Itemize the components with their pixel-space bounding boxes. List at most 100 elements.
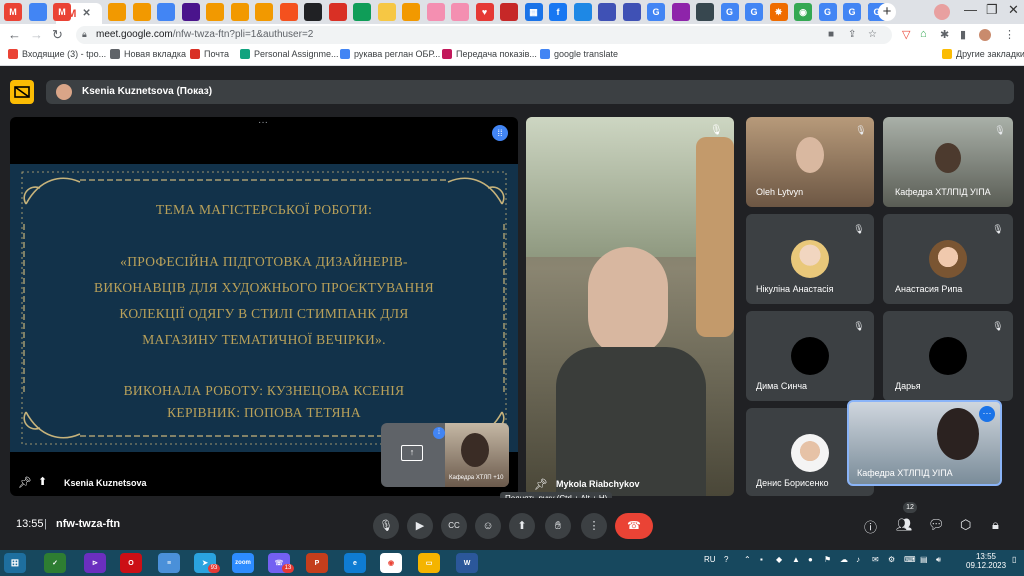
tab-close-icon[interactable]: ✕ [82, 8, 90, 19]
network-icon[interactable]: ▤ [920, 555, 928, 564]
tab-classroom-icon[interactable]: ▦ [524, 3, 543, 21]
chat-icon[interactable]: 💬︎ [928, 517, 945, 533]
participant-tile[interactable]: 🎙︎ Дима Синча [746, 311, 874, 401]
extension-green-icon[interactable]: ⌂ [920, 28, 927, 40]
speaker-pin-icon[interactable]: 📌︎ [534, 478, 548, 491]
address-bar[interactable]: 🔒︎ meet.google.com/nfw-twza-ftn?pli=1&au… [76, 26, 892, 44]
tab-gmail-icon[interactable]: M [53, 3, 71, 21]
camera-button[interactable]: ▶︎ [407, 513, 433, 539]
new-tab-button[interactable]: + [878, 3, 896, 21]
leave-call-button[interactable]: ☎︎ [615, 513, 653, 539]
tab-heart-icon[interactable]: ♥ [475, 3, 494, 21]
tab-dark-circle-icon[interactable] [304, 3, 322, 21]
taskbar-visual-studio-icon[interactable]: ⊳ [84, 553, 106, 573]
tab-google-icon[interactable]: G [720, 3, 739, 21]
tab-maps-icon[interactable]: ◉ [794, 3, 812, 21]
speaker-tile[interactable]: 🎙︎ 📌︎ Mykola Riabchykov [526, 117, 734, 496]
taskbar-edge-icon[interactable]: e [344, 553, 366, 573]
side-panel-icon[interactable]: ▮ [960, 28, 966, 41]
tab-google-icon[interactable]: G [647, 3, 665, 21]
tab-custom-app-icon[interactable] [255, 3, 273, 21]
tab-pink-icon[interactable] [426, 3, 445, 21]
tab-bank-icon[interactable] [696, 3, 714, 21]
tab-gmail-icon[interactable]: M [4, 3, 22, 21]
taskbar-chrome-icon[interactable]: ◉ [380, 553, 402, 573]
tray-app-icon[interactable]: ◆ [776, 555, 782, 564]
participant-tile[interactable]: 🎙︎ Дарья [883, 311, 1013, 401]
bookmark-item[interactable]: Новая вкладка [110, 49, 186, 59]
more-options-icon[interactable]: ··· [979, 406, 995, 422]
host-controls-icon[interactable]: 🔒︎ [992, 517, 999, 533]
tab-diamond-icon[interactable] [573, 3, 592, 21]
language-indicator[interactable]: RU [704, 555, 716, 564]
raise-hand-button[interactable]: ✋︎ [545, 513, 571, 539]
camera-icon[interactable]: ■ [828, 29, 834, 40]
participant-tile-self[interactable]: ··· Кафедра ХТЛПІД УІПА [847, 400, 1002, 486]
microphone-button[interactable]: 🎙︎ [373, 513, 399, 539]
help-icon[interactable]: ? [724, 555, 728, 564]
taskbar-word-icon[interactable]: W [456, 553, 478, 573]
taskbar-explorer-icon[interactable]: ▭ [418, 553, 440, 573]
activities-icon[interactable]: ⬡ [960, 517, 971, 533]
bookmark-item[interactable]: Входящие (3) - tpo... [8, 49, 106, 59]
tray-expand-icon[interactable]: ⌃ [744, 555, 751, 564]
chrome-menu-icon[interactable]: ⋮ [1004, 28, 1015, 41]
tray-app-icon[interactable]: ⌨︎ [904, 555, 916, 564]
tab-custom-app-icon[interactable] [206, 3, 224, 21]
pin-icon[interactable]: 📌︎ [18, 476, 32, 489]
back-icon[interactable]: ← [8, 27, 21, 42]
tab-paw-icon[interactable]: ✸ [769, 3, 788, 21]
participant-tile[interactable]: 🎙︎ Анастасия Рипа [883, 214, 1013, 304]
tab-theater-icon[interactable] [181, 3, 200, 21]
present-screen-button[interactable]: ⬆︎ [509, 513, 535, 539]
lock-icon[interactable]: 🔒︎ [82, 29, 87, 40]
profile-menu-icon[interactable] [934, 4, 950, 20]
tab-fire-icon[interactable] [279, 3, 298, 21]
tab-custom-app-icon[interactable] [402, 3, 420, 21]
reload-icon[interactable]: ↻ [52, 27, 63, 43]
tray-app-icon[interactable]: ☁︎ [840, 555, 848, 564]
tab-plus-red-icon[interactable] [328, 3, 347, 21]
start-icon[interactable]: ⊞ [4, 553, 26, 573]
tray-app-icon[interactable]: ✉︎ [872, 555, 879, 564]
tray-app-icon[interactable]: ⚑ [824, 555, 831, 564]
tray-app-icon[interactable]: ♪ [856, 555, 860, 564]
tab-cloud-icon[interactable] [377, 3, 396, 21]
bookmark-item[interactable]: Почта [190, 49, 229, 59]
tray-app-icon[interactable]: ▪ [760, 555, 763, 564]
volume-icon[interactable]: 🔊︎ [936, 555, 941, 565]
bookmark-item[interactable]: рукава реглан ОБР... [340, 49, 440, 59]
tray-app-icon[interactable]: ● [808, 555, 813, 564]
present-to-all-icon[interactable] [10, 80, 34, 104]
tab-custom-app-icon[interactable] [108, 3, 126, 21]
more-options-button[interactable]: ⋮ [581, 513, 607, 539]
tab-facebook-icon[interactable]: f [549, 3, 567, 21]
meeting-details-icon[interactable]: ⓘ [864, 517, 877, 536]
tab-google-sites-icon[interactable] [157, 3, 175, 21]
maximize-icon[interactable]: ❐ [986, 2, 998, 18]
tab-google-icon[interactable]: G [818, 3, 837, 21]
bookmark-item[interactable]: google translate [540, 49, 618, 59]
tab-red-dot-icon[interactable] [500, 3, 518, 21]
tab-drive-icon[interactable] [622, 3, 641, 21]
bookmark-item[interactable]: Personal Assignme... [240, 49, 339, 59]
tab-google-sites-icon[interactable] [28, 3, 47, 21]
participant-tile[interactable]: 🎙︎ Нікуліна Анастасія [746, 214, 874, 304]
bookmark-item[interactable]: Передача показів... [442, 49, 537, 59]
presenter-banner[interactable]: Ksenia Kuznetsova (Показ) [46, 80, 1014, 104]
tab-google-icon[interactable]: G [843, 3, 861, 21]
people-icon[interactable]: 👥︎ [896, 517, 913, 533]
taskbar-powerpoint-icon[interactable]: P [306, 553, 328, 573]
taskbar-zoom-icon[interactable]: zoom [232, 553, 254, 573]
tile-drag-handle-icon[interactable]: ··· [258, 117, 268, 128]
clock[interactable]: 13:55 09.12.2023 [966, 552, 1006, 570]
taskbar-notes-icon[interactable]: ≡ [158, 553, 180, 573]
tab-mix-icon[interactable] [671, 3, 690, 21]
tab-custom-app-icon[interactable] [132, 3, 151, 21]
close-window-icon[interactable]: ✕ [1008, 2, 1019, 18]
extension-translate-icon[interactable]: ▽ [902, 28, 910, 41]
notifications-icon[interactable]: ▯ [1012, 555, 1016, 564]
tab-pink-icon[interactable] [451, 3, 469, 21]
participant-tile[interactable]: 🎙︎ Oleh Lytvyn [746, 117, 874, 207]
tab-green-square-icon[interactable] [353, 3, 371, 21]
